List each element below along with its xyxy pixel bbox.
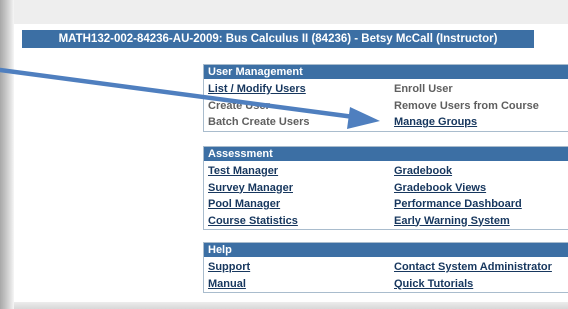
contact-system-administrator-link[interactable]: Contact System Administrator bbox=[394, 259, 552, 275]
quick-tutorials-link[interactable]: Quick Tutorials bbox=[394, 276, 473, 292]
top-band bbox=[14, 0, 568, 24]
survey-manager-link[interactable]: Survey Manager bbox=[208, 180, 293, 196]
manage-groups-link[interactable]: Manage Groups bbox=[394, 114, 477, 130]
user-management-panel: User Management List / Modify Users Enro… bbox=[203, 64, 568, 132]
panel-title-assessment: Assessment bbox=[204, 147, 568, 161]
bottom-band bbox=[14, 302, 568, 309]
performance-dashboard-link[interactable]: Performance Dashboard bbox=[394, 196, 522, 212]
remove-users-from-course-item: Remove Users from Course bbox=[394, 99, 539, 112]
create-user-item: Create User bbox=[208, 99, 270, 112]
test-manager-link[interactable]: Test Manager bbox=[208, 163, 278, 179]
assessment-panel: Assessment Test Manager Gradebook Survey… bbox=[203, 146, 568, 230]
enroll-user-item: Enroll User bbox=[394, 83, 453, 95]
course-title-bar: MATH132-002-84236-AU-2009: Bus Calculus … bbox=[22, 30, 534, 48]
early-warning-system-link[interactable]: Early Warning System bbox=[394, 213, 510, 229]
manual-link[interactable]: Manual bbox=[208, 276, 246, 292]
batch-create-users-item: Batch Create Users bbox=[208, 116, 310, 128]
panel-title-user-management: User Management bbox=[204, 65, 568, 79]
page-left-shadow bbox=[0, 0, 14, 309]
course-statistics-link[interactable]: Course Statistics bbox=[208, 213, 298, 229]
help-panel: Help Support Contact System Administrato… bbox=[203, 242, 568, 293]
panel-title-help: Help bbox=[204, 243, 568, 257]
support-link[interactable]: Support bbox=[208, 259, 250, 275]
gradebook-link[interactable]: Gradebook bbox=[394, 163, 452, 179]
gradebook-views-link[interactable]: Gradebook Views bbox=[394, 180, 486, 196]
list-modify-users-link[interactable]: List / Modify Users bbox=[208, 81, 306, 97]
pool-manager-link[interactable]: Pool Manager bbox=[208, 196, 280, 212]
